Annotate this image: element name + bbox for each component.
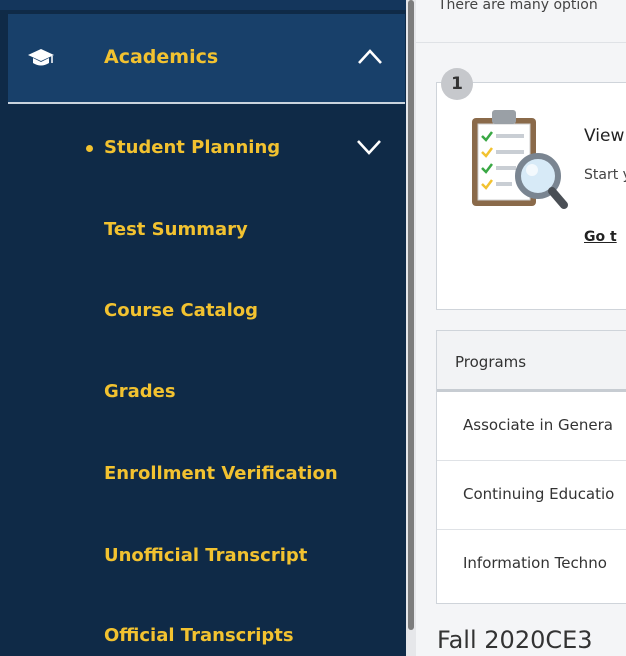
- clipboard-magnifier-icon: [472, 110, 568, 209]
- sidebar-top-strip: [0, 0, 406, 10]
- sidebar-item-course-catalog[interactable]: Course Catalog: [104, 300, 258, 321]
- programs-table: Programs Associate in Genera Continuing …: [436, 330, 626, 604]
- step-card-link[interactable]: Go t: [584, 229, 617, 245]
- table-row[interactable]: Associate in Genera: [437, 392, 626, 461]
- intro-text: There are many option: [438, 0, 598, 13]
- sidebar-item-official-transcripts[interactable]: Official Transcripts: [104, 625, 294, 646]
- active-item-bullet-icon: [86, 145, 93, 152]
- sidebar-item-student-planning[interactable]: Student Planning: [104, 137, 280, 158]
- sidebar-item-grades[interactable]: Grades: [104, 381, 176, 402]
- sidebar-item-unofficial-transcript[interactable]: Unofficial Transcript: [104, 545, 307, 566]
- step-number-badge: 1: [441, 68, 473, 100]
- sidebar-section-label: Academics: [104, 46, 219, 68]
- sidebar: Academics Student Planning Test Summary …: [0, 0, 406, 656]
- program-name: Associate in Genera: [463, 416, 613, 434]
- sidebar-item-test-summary[interactable]: Test Summary: [104, 219, 248, 240]
- chevron-up-icon[interactable]: [357, 48, 383, 66]
- programs-header-label: Programs: [455, 353, 527, 371]
- sidebar-scrollbar-thumb[interactable]: [408, 0, 414, 630]
- step-card-title: View: [584, 126, 625, 146]
- term-heading: Fall 2020CE3: [437, 626, 593, 654]
- divider: [416, 42, 626, 43]
- sidebar-section-academics[interactable]: Academics: [8, 14, 405, 104]
- chevron-down-icon[interactable]: [356, 138, 382, 156]
- program-name: Information Techno: [463, 554, 607, 572]
- step-card-description: Start your: [584, 167, 626, 183]
- programs-table-header: Programs: [437, 331, 626, 392]
- graduation-cap-icon: [28, 49, 54, 66]
- program-name: Continuing Educatio: [463, 485, 615, 503]
- sidebar-item-enrollment-verification[interactable]: Enrollment Verification: [104, 463, 338, 484]
- main-content: There are many option 1 View Start your …: [416, 0, 626, 656]
- table-row[interactable]: Continuing Educatio: [437, 461, 626, 530]
- table-row[interactable]: Information Techno: [437, 530, 626, 598]
